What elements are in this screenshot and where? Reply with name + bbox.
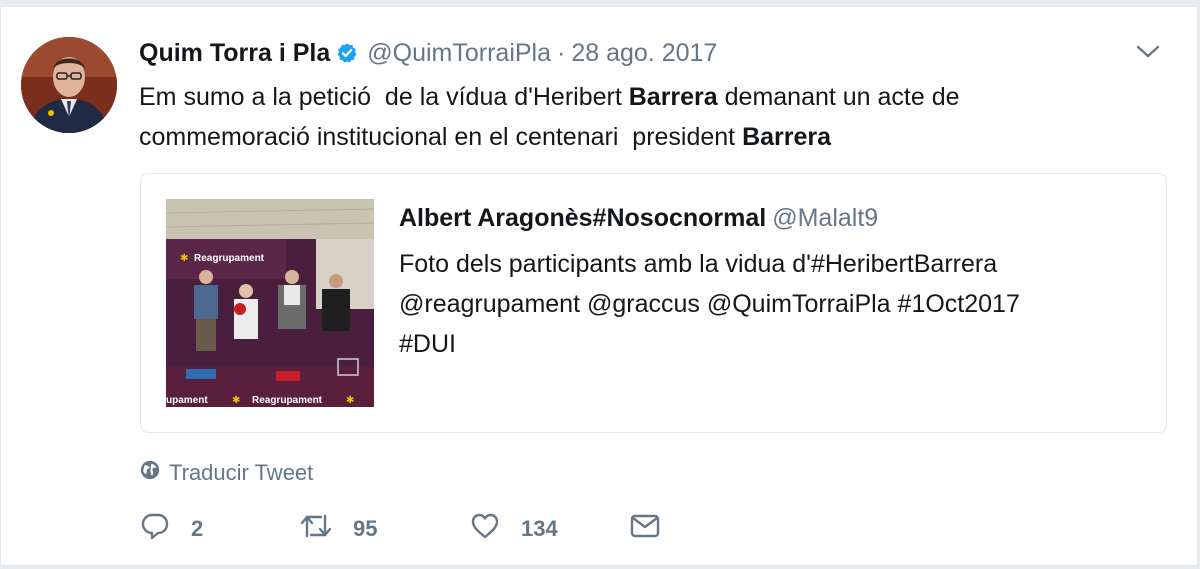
tweet-date[interactable]: 28 ago. 2017 [571, 39, 717, 68]
reply-count: 2 [191, 516, 204, 541]
retweet-icon [299, 510, 333, 548]
direct-message-button[interactable] [629, 510, 661, 548]
tweet-actions: 2 95 134 [139, 507, 661, 551]
photo-banner-text: Reagrupament [194, 253, 265, 264]
author-avatar[interactable] [21, 37, 117, 133]
like-icon [469, 510, 501, 548]
author-name[interactable]: Quim Torra i Pla [139, 39, 330, 68]
chevron-down-icon[interactable] [1135, 43, 1161, 66]
quoted-tweet-text: Foto dels participants amb la vidua d'#H… [399, 250, 1020, 358]
message-icon [629, 510, 661, 548]
svg-text:✱: ✱ [232, 395, 240, 406]
tweet-header: Quim Torra i Pla @QuimTorraiPla · 28 ago… [139, 37, 717, 69]
like-count: 134 [521, 516, 558, 541]
svg-text:✱: ✱ [180, 253, 188, 264]
photo-table-text-left: upament [166, 395, 208, 406]
quoted-author-handle[interactable]: @Malalt9 [772, 204, 878, 232]
reply-button[interactable]: 2 [139, 510, 299, 548]
svg-text:✱: ✱ [346, 395, 354, 406]
like-button[interactable]: 134 [469, 510, 629, 548]
tweet-card[interactable]: Quim Torra i Pla @QuimTorraiPla · 28 ago… [0, 6, 1198, 566]
quoted-tweet-header: Albert Aragonès#Nosocnormal @Malalt9 [399, 204, 878, 233]
tweet-text-part: Em sumo a la petició de la vídua d'Herib… [139, 83, 629, 111]
retweet-count: 95 [353, 516, 378, 541]
tweet-text-bold: Barrera [628, 83, 718, 111]
photo-table-text-right: Reagrupament [252, 395, 323, 406]
quoted-tweet[interactable]: Reagrupament ✱ upament Reagrupament ✱ ✱ … [140, 173, 1167, 433]
translate-label[interactable]: Traducir Tweet [169, 460, 313, 486]
tweet-text: Em sumo a la petició de la vídua d'Herib… [139, 77, 1139, 157]
author-handle[interactable]: @QuimTorraiPla [367, 39, 551, 68]
quoted-tweet-photo[interactable]: Reagrupament ✱ upament Reagrupament ✱ ✱ [166, 199, 374, 407]
verified-badge-icon [336, 42, 358, 64]
tweet-text-bold: Barrera [742, 123, 832, 151]
translate-tweet-link[interactable]: Traducir Tweet [139, 459, 313, 487]
header-separator: · [557, 38, 566, 67]
globe-icon [139, 459, 161, 487]
reply-icon [139, 510, 171, 548]
quoted-author-name[interactable]: Albert Aragonès#Nosocnormal [399, 204, 766, 232]
retweet-button[interactable]: 95 [299, 510, 469, 548]
